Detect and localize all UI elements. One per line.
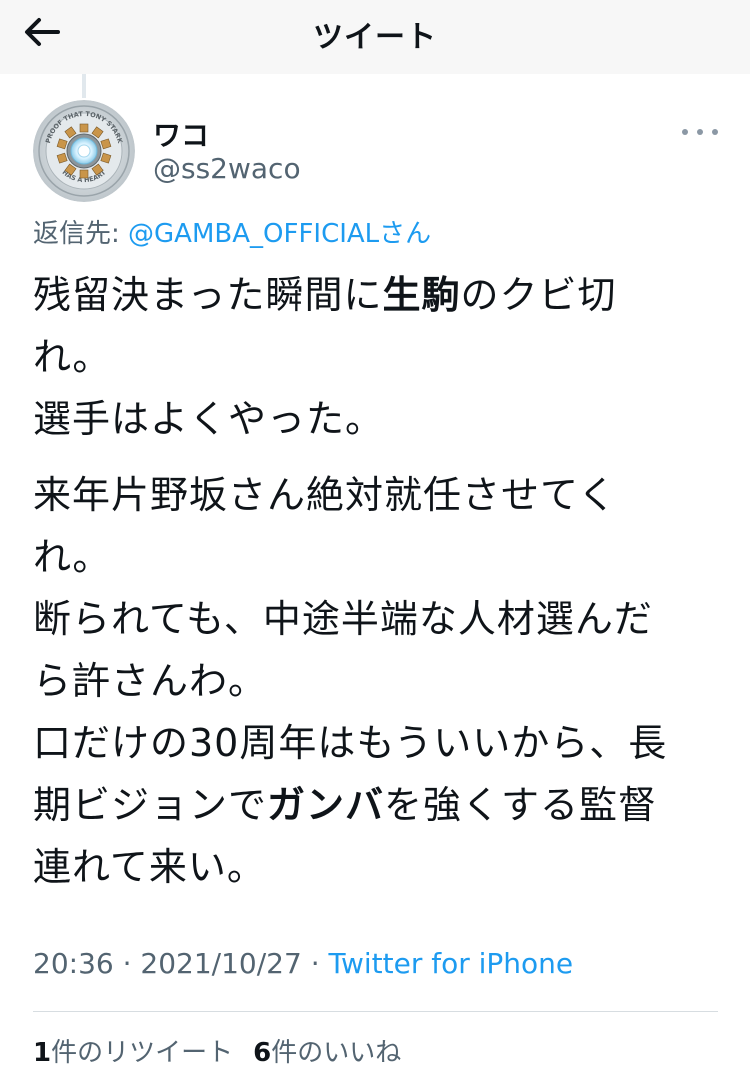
tweet-line: 断られても、中途半端な人材選んだ (33, 597, 653, 641)
tweet-line: れ。 (33, 535, 112, 579)
retweets-count: 1 (33, 1038, 52, 1068)
avatar[interactable]: PROOF THAT TONY STARK HAS A HEART (33, 100, 135, 202)
reply-mention-link[interactable]: @GAMBA_OFFICIALさん (128, 219, 431, 249)
meta-separator: · (301, 947, 329, 980)
tweet-line: 口だけの30周年はもういいから、長 (33, 721, 668, 765)
arc-reactor-avatar-image: PROOF THAT TONY STARK HAS A HEART (33, 100, 135, 202)
divider (33, 1011, 718, 1012)
tweet-meta: 20:36 · 2021/10/27 · Twitter for iPhone (33, 947, 573, 980)
tweet-line: 残留決まった瞬間に生駒のクビ切 (33, 264, 723, 326)
tweet-text-segment: のクビ切 (460, 273, 617, 317)
likes-label: 件のいいね (271, 1038, 402, 1068)
retweets-label: 件のリツイート (51, 1038, 234, 1068)
tweet-line: 選手はよくやった。 (33, 397, 385, 441)
tweet-text: 残留決まった瞬間に生駒のクビ切 れ。 選手はよくやった。 来年片野坂さん絶対就任… (33, 264, 723, 898)
tweet-line: 連れて来い。 (33, 845, 266, 889)
likes-stat[interactable]: 6件のいいね (253, 1038, 401, 1068)
tweet-bold-segment: ガンバ (267, 783, 385, 827)
tweet-text-segment: を強くする監督 (384, 783, 658, 827)
tweet-stats: 1件のリツイート 6件のいいね (33, 1032, 401, 1069)
thread-connector (82, 74, 86, 98)
tweet-line: ら許さんわ。 (33, 659, 268, 703)
page-title: ツイート (313, 20, 437, 55)
tweet-line: 期ビジョンでガンバを強くする監督 (33, 774, 723, 836)
replying-to-label: 返信先: (33, 219, 129, 249)
replying-to: 返信先: @GAMBA_OFFICIALさん (33, 213, 431, 250)
retweets-stat[interactable]: 1件のリツイート (33, 1038, 233, 1068)
display-name[interactable]: ワコ (153, 114, 209, 154)
tweet-time[interactable]: 20:36 (33, 947, 114, 980)
tweet-text-segment: 期ビジョンで (33, 783, 268, 827)
more-horizontal-icon (682, 129, 718, 135)
tweet-bold-segment: 生駒 (382, 273, 461, 317)
user-handle[interactable]: @ss2waco (153, 152, 301, 185)
tweet-text-segment: 残留決まった瞬間に (33, 273, 383, 317)
tweet-source-link[interactable]: Twitter for iPhone (329, 947, 574, 980)
more-options-button[interactable] (676, 118, 724, 146)
meta-separator: · (113, 947, 141, 980)
tweet-line: 来年片野坂さん絶対就任させてく (33, 473, 617, 517)
tweet-line: れ。 (33, 335, 112, 379)
likes-count: 6 (253, 1038, 272, 1068)
top-bar: ツイート (0, 0, 750, 74)
tweet-date[interactable]: 2021/10/27 (140, 947, 301, 980)
